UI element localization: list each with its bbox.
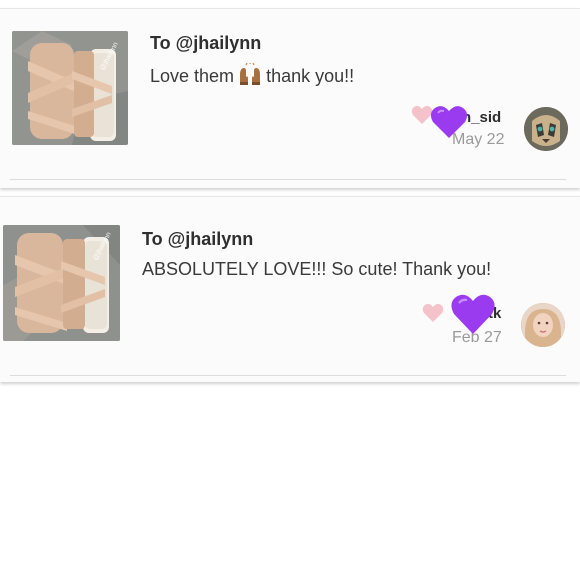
review-photo-sandals[interactable]: @jhailynn [3,225,120,341]
reviewer-avatar[interactable] [524,107,568,151]
review-photo-sandals[interactable]: @jhailynn [12,31,128,145]
purple-heart-icon [430,106,468,138]
review-recipient: To @jhailynn [150,33,262,53]
raised-hands-icon [237,62,263,90]
review-message: ABSOLUTELY LOVE!!! So cute! Thank you! [142,259,492,279]
reviewer-avatar[interactable] [521,303,565,347]
like-heart-icon[interactable] [422,303,444,323]
review-recipient: To @jhailynn [142,229,254,249]
card-divider [10,375,566,376]
card-divider [10,179,566,180]
purple-heart-icon [451,294,495,334]
review-message-text: Love them [150,66,235,86]
review-message-text-2: thank you!! [266,66,355,86]
review-card-1: @jhailynn To @jhailynn Love them thank y… [0,8,580,188]
review-card-2: @jhailynn To @jhailynn ABSOLUTELY LOVE!!… [0,196,580,382]
review-message: Love them thank you!! [150,62,355,90]
